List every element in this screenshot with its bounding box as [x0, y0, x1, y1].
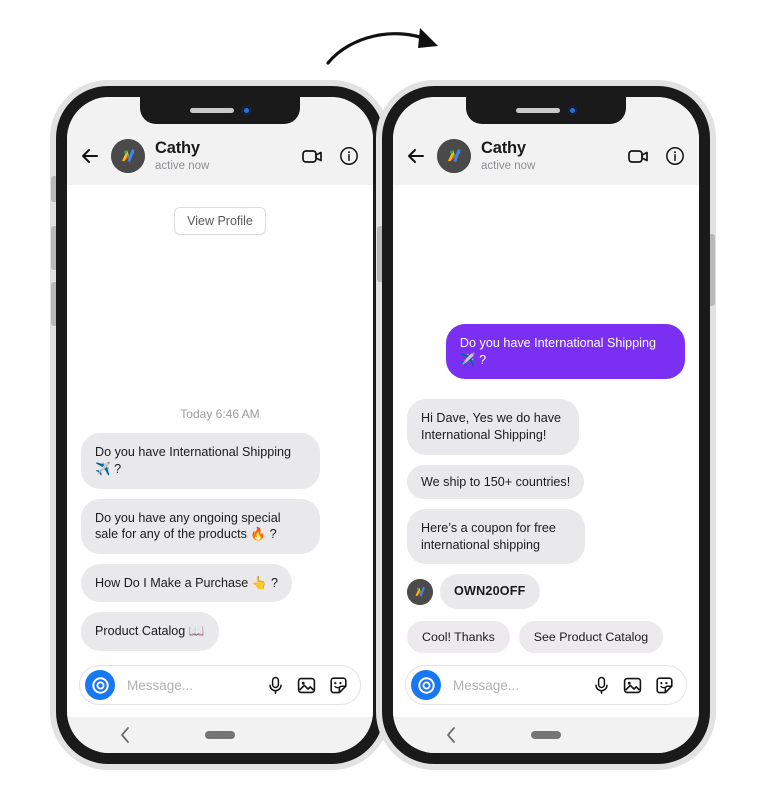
- earpiece-speaker: [515, 108, 560, 113]
- front-camera: [241, 106, 251, 115]
- android-nav-bar: [67, 717, 373, 753]
- header-actions: [627, 146, 685, 166]
- image-gallery-icon[interactable]: [623, 676, 642, 695]
- nav-home-pill[interactable]: [531, 731, 561, 739]
- phone-left-screen: Cathy active now View Profile Today 6:46…: [67, 97, 373, 753]
- curved-arrow: [320, 18, 460, 72]
- phone-left: Cathy active now View Profile Today 6:46…: [51, 86, 384, 764]
- chat-header: Cathy active now: [393, 127, 699, 185]
- message-bubble[interactable]: Do you have any ongoing special sale for…: [81, 498, 321, 554]
- message-input[interactable]: [125, 676, 257, 694]
- contact-presence: active now: [481, 159, 536, 172]
- composer-area-left: [67, 661, 373, 717]
- phone-right-screen: Cathy active now Do you have Internation…: [393, 97, 699, 753]
- camera-icon[interactable]: [411, 670, 441, 700]
- message-row: We ship to 150+ countries!: [407, 464, 685, 500]
- message-bubble-outgoing[interactable]: Do you have International Shipping ✈️ ?: [445, 324, 685, 380]
- contact-name: Cathy: [481, 139, 526, 158]
- view-profile-button[interactable]: View Profile: [174, 207, 266, 235]
- quick-reply-cool-thanks[interactable]: Cool! Thanks: [407, 621, 510, 653]
- android-nav-bar: [393, 717, 699, 753]
- message-list-right[interactable]: Do you have International Shipping ✈️ ? …: [393, 185, 699, 619]
- coupon-code-bubble[interactable]: OWN20OFF: [440, 574, 540, 609]
- camera-icon[interactable]: [85, 670, 115, 700]
- message-bubble[interactable]: Do you have International Shipping ✈️ ?: [81, 433, 321, 489]
- view-profile-row: View Profile: [81, 207, 359, 235]
- sticker-icon[interactable]: [329, 676, 348, 695]
- contact-presence: active now: [155, 159, 210, 172]
- message-bubble[interactable]: Here’s a coupon for free international s…: [407, 509, 585, 565]
- message-row: Hi Dave, Yes we do have International Sh…: [407, 399, 685, 455]
- phone-right: Cathy active now Do you have Internation…: [377, 86, 715, 764]
- contact-info: Cathy active now: [481, 139, 617, 172]
- info-circle-icon[interactable]: [339, 146, 359, 166]
- message-row: Product Catalog 📖: [81, 612, 359, 651]
- back-arrow-icon[interactable]: [405, 145, 427, 167]
- quick-reply-chips: Cool! Thanks See Product Catalog: [393, 619, 699, 661]
- contact-avatar[interactable]: [111, 139, 145, 173]
- message-bubble[interactable]: How Do I Make a Purchase 👆 ?: [81, 563, 292, 603]
- message-row: Do you have any ongoing special sale for…: [81, 498, 359, 554]
- composer-area-right: [393, 661, 699, 717]
- phone-notch: [466, 97, 626, 124]
- composer-actions: [593, 676, 674, 695]
- message-bubble[interactable]: We ship to 150+ countries!: [407, 464, 585, 500]
- nav-home-pill[interactable]: [205, 731, 235, 739]
- contact-info: Cathy active now: [155, 139, 291, 172]
- earpiece-speaker: [189, 108, 234, 113]
- composer-actions: [267, 676, 348, 695]
- conversation-timestamp: Today 6:46 AM: [180, 407, 260, 422]
- message-bubble[interactable]: Product Catalog 📖: [81, 612, 219, 651]
- phone-volume-down-button[interactable]: [51, 282, 56, 326]
- phone-volume-button[interactable]: [377, 226, 382, 282]
- nav-back-icon[interactable]: [119, 726, 131, 744]
- phone-notch: [140, 97, 300, 124]
- back-arrow-icon[interactable]: [79, 145, 101, 167]
- contact-avatar[interactable]: [437, 139, 471, 173]
- header-actions: [301, 146, 359, 166]
- message-composer: [79, 665, 361, 705]
- sender-avatar: [407, 578, 433, 605]
- quick-reply-see-product-catalog[interactable]: See Product Catalog: [518, 621, 664, 653]
- phone-volume-up-button[interactable]: [51, 226, 56, 270]
- message-row-with-avatar: OWN20OFF: [407, 574, 685, 609]
- nav-back-icon[interactable]: [445, 726, 457, 744]
- message-composer: [405, 665, 687, 705]
- contact-name: Cathy: [155, 139, 200, 158]
- message-row: How Do I Make a Purchase 👆 ?: [81, 563, 359, 603]
- video-camera-icon[interactable]: [301, 146, 323, 166]
- message-row: Here’s a coupon for free international s…: [407, 509, 685, 565]
- video-camera-icon[interactable]: [627, 146, 649, 166]
- message-input[interactable]: [451, 676, 583, 694]
- microphone-icon[interactable]: [593, 676, 610, 695]
- phone-silent-switch[interactable]: [51, 176, 56, 202]
- curved-arrow-icon: [326, 28, 438, 65]
- message-list-left[interactable]: View Profile Today 6:46 AM Do you have I…: [67, 185, 373, 661]
- sticker-icon[interactable]: [655, 676, 674, 695]
- image-gallery-icon[interactable]: [297, 676, 316, 695]
- microphone-icon[interactable]: [267, 676, 284, 695]
- message-row: Do you have International Shipping ✈️ ?: [81, 433, 359, 489]
- front-camera: [567, 106, 577, 115]
- info-circle-icon[interactable]: [665, 146, 685, 166]
- chat-header: Cathy active now: [67, 127, 373, 185]
- message-bubble[interactable]: Hi Dave, Yes we do have International Sh…: [407, 399, 580, 455]
- message-row: Do you have International Shipping ✈️ ?: [407, 324, 685, 380]
- phone-power-button[interactable]: [710, 234, 715, 306]
- message-gap: [407, 389, 685, 399]
